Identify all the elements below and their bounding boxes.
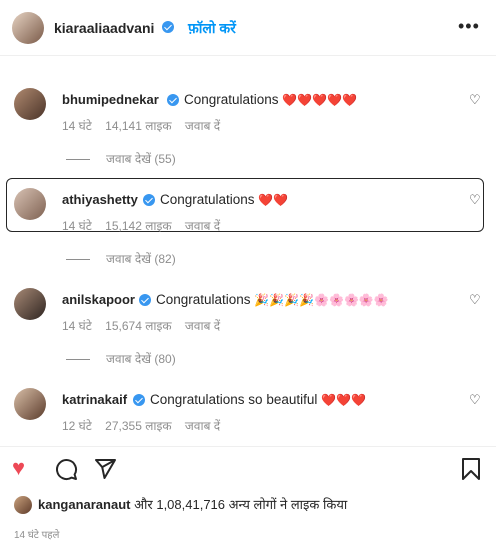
comment-likes: 14,141 लाइक: [105, 119, 172, 133]
commenter-username[interactable]: athiyashetty: [62, 192, 138, 207]
comment-like-icon[interactable]: ♡: [469, 292, 481, 308]
reply-button[interactable]: जवाब दें: [185, 119, 220, 133]
comment-time: 14 घंटे: [62, 219, 92, 233]
reply-button[interactable]: जवाब दें: [185, 219, 220, 233]
bookmark-icon[interactable]: [460, 457, 482, 485]
follow-button[interactable]: फ़ॉलो करें: [188, 19, 236, 38]
likes-summary: kanganaranaut और 1,08,41,716 अन्य लोगों …: [14, 495, 347, 514]
post-action-bar: ♥: [0, 446, 496, 487]
verified-badge-icon: [143, 194, 155, 206]
comment-meta: 14 घंटे 14,141 लाइक जवाब दें: [62, 117, 230, 134]
share-icon-svg: [95, 459, 116, 479]
heart-emojis: ❤️❤️❤️❤️❤️: [282, 93, 358, 107]
comment-text: Congratulations ❤️❤️❤️❤️❤️: [184, 92, 358, 107]
comment-text: Congratulations ❤️❤️: [160, 192, 289, 207]
liker-avatar[interactable]: [14, 496, 32, 514]
comment-item: anilskapoor Congratulations 🎉🎉🎉🎉🌸🌸🌸🌸🌸 ♡ …: [0, 288, 496, 348]
commenter-avatar[interactable]: [14, 188, 46, 220]
comment-time: 14 घंटे: [62, 319, 92, 333]
bookmark-icon-svg: [462, 458, 480, 480]
comment-text: Congratulations so beautiful ❤️❤️❤️: [150, 392, 366, 407]
liker-username[interactable]: kanganaranaut: [38, 497, 130, 512]
comment-item: bhumipednekar Congratulations ❤️❤️❤️❤️❤️…: [0, 88, 496, 148]
party-flower-emojis: 🎉🎉🎉🎉🌸🌸🌸🌸🌸: [254, 293, 389, 307]
comment-icon[interactable]: [54, 457, 78, 485]
comment-item: athiyashetty Congratulations ❤️❤️ ♡ 14 घ…: [0, 188, 496, 248]
view-replies-button[interactable]: जवाब देखें (80): [66, 350, 176, 367]
comment-meta: 14 घंटे 15,142 लाइक जवाब दें: [62, 217, 230, 234]
verified-badge-icon: [133, 394, 145, 406]
post-time: 14 घंटे पहले: [14, 530, 60, 541]
verified-badge-icon: [167, 94, 179, 106]
commenter-username[interactable]: anilskapoor: [62, 292, 135, 307]
view-replies-button[interactable]: जवाब देखें (82): [66, 250, 176, 267]
comment-like-icon[interactable]: ♡: [469, 392, 481, 408]
reply-button[interactable]: जवाब दें: [185, 319, 220, 333]
comment-like-icon[interactable]: ♡: [469, 92, 481, 108]
heart-emojis: ❤️❤️: [258, 193, 289, 207]
author-username[interactable]: kiaraaliaadvani: [54, 20, 154, 36]
heart-emojis: ❤️❤️❤️: [321, 393, 366, 407]
commenter-avatar[interactable]: [14, 288, 46, 320]
comment-meta: 14 घंटे 15,674 लाइक जवाब दें: [62, 317, 230, 334]
comment-like-icon[interactable]: ♡: [469, 192, 481, 208]
comment-likes: 15,674 लाइक: [105, 319, 172, 333]
more-options-icon[interactable]: •••: [458, 16, 480, 37]
commenter-avatar[interactable]: [14, 88, 46, 120]
commenter-username[interactable]: katrinakaif: [62, 392, 127, 407]
commenter-username[interactable]: bhumipednekar: [62, 92, 159, 107]
post-header: kiaraaliaadvani फ़ॉलो करें •••: [0, 0, 496, 56]
verified-badge-icon: [162, 21, 174, 33]
commenter-avatar[interactable]: [14, 388, 46, 420]
author-avatar[interactable]: [12, 12, 44, 44]
share-icon[interactable]: [93, 457, 117, 485]
comment-time: 14 घंटे: [62, 119, 92, 133]
comment-likes: 15,142 लाइक: [105, 219, 172, 233]
comment-time: 12 घंटे: [62, 419, 92, 433]
comment-meta: 12 घंटे 27,355 लाइक जवाब दें: [62, 417, 230, 434]
comment-item: katrinakaif Congratulations so beautiful…: [0, 388, 496, 448]
verified-badge-icon: [139, 294, 151, 306]
reply-button[interactable]: जवाब दें: [185, 419, 220, 433]
comment-icon-svg: [56, 459, 78, 481]
comment-text: Congratulations 🎉🎉🎉🎉🌸🌸🌸🌸🌸: [156, 292, 389, 307]
comment-likes: 27,355 लाइक: [105, 419, 172, 433]
view-replies-button[interactable]: जवाब देखें (55): [66, 150, 176, 167]
likes-count-text[interactable]: और 1,08,41,716 अन्य लोगों ने लाइक किया: [134, 497, 347, 512]
heart-icon[interactable]: ♥: [12, 457, 25, 479]
